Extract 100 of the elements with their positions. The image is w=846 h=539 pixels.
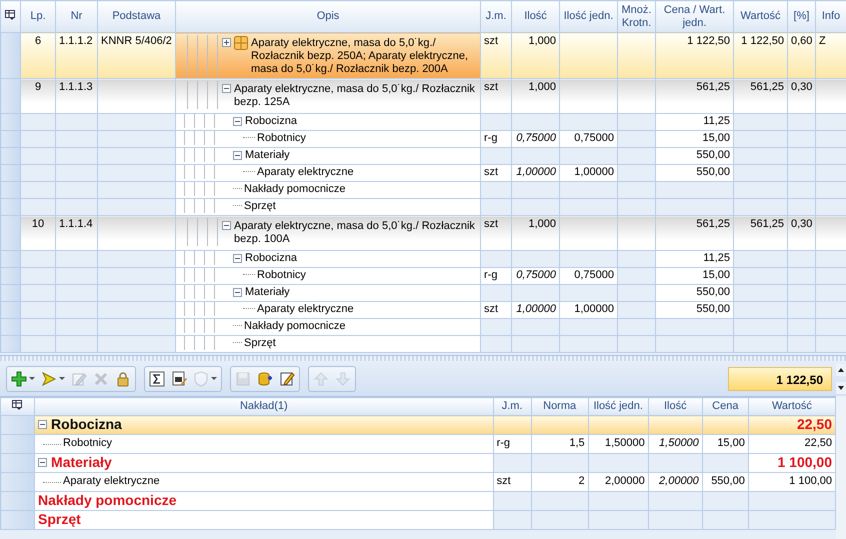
table-cell: 2,00000 <box>648 472 702 492</box>
table-cell: 0,60 <box>788 32 816 78</box>
column-header[interactable]: Cena <box>702 398 748 416</box>
arrow-up-icon <box>313 370 329 386</box>
description-text: Sprzęt <box>244 200 276 213</box>
table-cell: 11,25 <box>656 114 734 130</box>
scrollbar[interactable] <box>836 396 846 539</box>
table-cell: 550,00 <box>656 302 734 318</box>
table-row[interactable]: 6 1.1.1.2 KNNR 5/406/2 Aparaty elektryczne, masa do 5,0˙kg./ Rozłacznik bezp. 250A; Aparaty elektryczne, masa do 5,0˙kg./ Rozłacznik bezp. 200A szt 1,000 1 122,50 1 122,50 0,60 Z <box>0 32 846 78</box>
table-cell: 15,00 <box>656 268 734 284</box>
table-cell: 1 100,00 <box>748 472 836 492</box>
scroll-down-icon[interactable] <box>836 382 846 394</box>
collapse-icon[interactable] <box>233 117 242 126</box>
table-cell: 15,00 <box>702 434 748 454</box>
resource-name: Aparaty elektryczne <box>63 475 160 488</box>
table-cell: 1,50000 <box>648 434 702 454</box>
column-header[interactable]: Norma <box>531 398 588 416</box>
column-header[interactable]: Nakład(1) <box>34 398 494 416</box>
column-header[interactable]: Ilość <box>648 398 702 416</box>
table-cell: 0,30 <box>788 78 816 114</box>
column-header[interactable]: Lp. <box>20 0 56 32</box>
table-cell: 22,50 <box>748 434 836 454</box>
document-icon <box>171 370 187 386</box>
expand-icon[interactable] <box>222 38 231 47</box>
group-label: Nakłady pomocnicze <box>38 494 177 507</box>
column-header[interactable]: Ilość jedn. <box>560 0 618 32</box>
scroll-up-icon[interactable] <box>836 364 846 376</box>
table-cell: 550,00 <box>702 472 748 492</box>
column-chooser-icon[interactable] <box>12 400 24 410</box>
table-cell: 22,50 <box>748 416 836 434</box>
table-cell: 15,00 <box>656 130 734 148</box>
table-cell: 0,75000 <box>512 130 560 148</box>
column-header[interactable]: Info <box>816 0 846 32</box>
table-cell: 1,000 <box>512 216 560 250</box>
edit-icon <box>71 370 87 386</box>
column-header[interactable]: Mnoż. Krotn. <box>618 0 656 32</box>
table-cell: 1 122,50 <box>734 32 788 78</box>
group-label: Sprzęt <box>38 513 81 526</box>
table-cell: KNNR 5/406/2 <box>98 32 176 78</box>
description-text: Nakłady pomocnicze <box>244 182 346 196</box>
table-cell: 0,75000 <box>560 130 618 148</box>
column-header[interactable]: Ilość jedn. <box>588 398 648 416</box>
collapse-icon[interactable] <box>233 254 242 263</box>
table-cell: 0,30 <box>788 216 816 250</box>
column-header[interactable]: J.m. <box>480 0 512 32</box>
table-cell: 1.1.1.4 <box>56 216 98 250</box>
collapse-icon[interactable] <box>222 221 231 230</box>
lock-icon <box>115 370 131 386</box>
description-text: Aparaty elektryczne, masa do 5,0˙kg./ Rozłacznik bezp. 125A <box>234 82 476 109</box>
table-row[interactable]: 10 1.1.1.4 Aparaty elektryczne, masa do 5,0˙kg./ Rozłacznik bezp. 100A szt 1,000 561,25 561,25 0,30 <box>0 216 846 250</box>
description-text: Aparaty elektryczne <box>257 302 354 316</box>
table-cell: Z <box>816 32 846 78</box>
collapse-icon[interactable] <box>38 420 48 429</box>
description-text: Aparaty elektryczne, masa do 5,0˙kg./ Rozłacznik bezp. 250A; Aparaty elektryczne, masa do 5,0˙kg./ Rozłacznik bezp. 200A <box>251 36 470 76</box>
description-text: Aparaty elektryczne, masa do 5,0˙kg./ Rozłacznik bezp. 100A <box>234 219 476 246</box>
table-cell: 550,00 <box>656 164 734 182</box>
total-value: 1 122,50 <box>728 366 832 390</box>
table-cell: szt <box>480 302 512 318</box>
table-cell: 10 <box>20 216 56 250</box>
table-cell: 1 100,00 <box>748 454 836 472</box>
table-cell: 0,75000 <box>560 268 618 284</box>
table-cell: 1,00000 <box>560 164 618 182</box>
table-cell: 1,50000 <box>588 434 648 454</box>
table-cell: 561,25 <box>734 78 788 114</box>
column-header[interactable]: Ilość <box>512 0 560 32</box>
table-cell: 561,25 <box>734 216 788 250</box>
column-header[interactable]: [%] <box>788 0 816 32</box>
table-cell: 9 <box>20 78 56 114</box>
column-header[interactable]: Podstawa <box>98 0 176 32</box>
table-row[interactable]: 9 1.1.1.3 Aparaty elektryczne, masa do 5,0˙kg./ Rozłacznik bezp. 125A szt 1,000 561,25 561,25 0,30 <box>0 78 846 114</box>
table-cell: szt <box>480 216 512 250</box>
column-header[interactable]: J.m. <box>493 398 532 416</box>
description-text: Robocizna <box>245 252 297 265</box>
table-cell: 1,000 <box>512 32 560 78</box>
column-header[interactable]: Opis <box>176 0 480 32</box>
table-cell: szt <box>480 32 512 78</box>
collapse-icon[interactable] <box>233 288 242 297</box>
description-text: Nakłady pomocnicze <box>244 320 346 333</box>
description-text: Robocizna <box>245 114 297 128</box>
table-cell: 1,5 <box>531 434 588 454</box>
column-header[interactable]: Wartość <box>734 0 788 32</box>
column-header[interactable]: Wartość <box>748 398 836 416</box>
collapse-icon[interactable] <box>222 84 231 93</box>
plus-icon <box>11 370 27 386</box>
description-text: Robotnicy <box>257 268 306 282</box>
column-header[interactable]: Nr <box>56 0 98 32</box>
table-cell: 550,00 <box>656 284 734 302</box>
table-cell: szt <box>480 78 512 114</box>
collapse-icon[interactable] <box>233 151 242 160</box>
table-cell: 1,00000 <box>512 164 560 182</box>
table-cell: szt <box>493 472 532 492</box>
table-cell: 0,75000 <box>512 268 560 284</box>
delete-icon <box>93 370 109 386</box>
table-cell: 550,00 <box>656 148 734 164</box>
coins-icon <box>257 370 273 386</box>
shield-icon <box>193 370 209 386</box>
column-chooser-icon[interactable] <box>5 10 16 20</box>
column-header[interactable]: Cena / Wart. jedn. <box>656 0 734 32</box>
table-cell: 2 <box>531 472 588 492</box>
collapse-icon[interactable] <box>38 458 48 467</box>
